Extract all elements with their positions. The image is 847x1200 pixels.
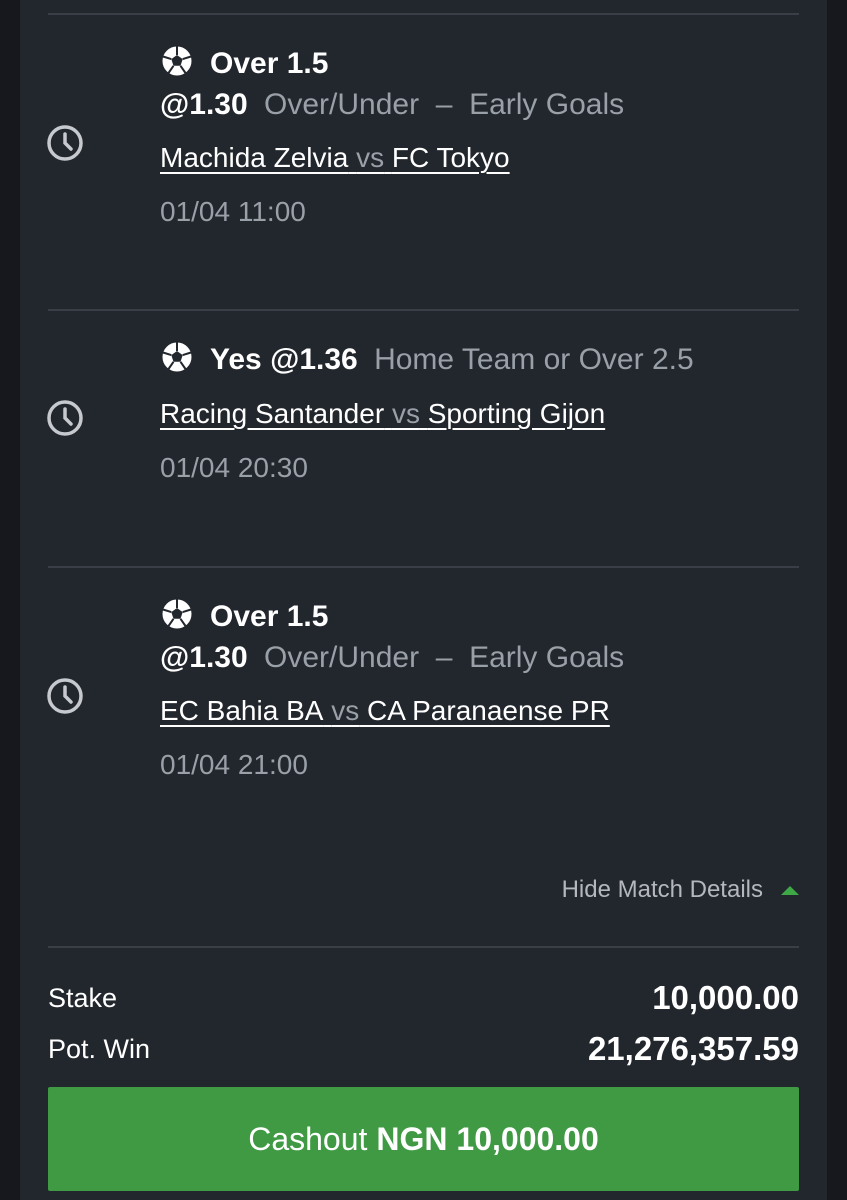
away-team[interactable]: Sporting Gijon	[428, 398, 605, 429]
away-team[interactable]: CA Paranaense PR	[367, 695, 610, 726]
match-link[interactable]: Machida Zelvia vs FC Tokyo	[160, 141, 807, 175]
bet-slip-card: Over 1.5 @1.30 Over/Under – Early Goals …	[20, 0, 827, 1200]
stake-label: Stake	[48, 982, 118, 1013]
cashout-button[interactable]: Cashout NGN 10,000.00	[48, 1087, 799, 1191]
potential-win-label: Pot. Win	[48, 1033, 151, 1064]
caret-up-icon	[781, 885, 799, 895]
clock-icon	[46, 677, 84, 715]
odds-value: @1.36	[270, 343, 358, 376]
home-team[interactable]: Racing Santander	[160, 398, 384, 429]
leg-details: Yes @1.36 Home Team or Over 2.5 Racing S…	[160, 340, 807, 485]
soccer-ball-icon	[160, 340, 194, 374]
home-team[interactable]: Machida Zelvia	[160, 142, 348, 173]
hide-match-details-toggle[interactable]: Hide Match Details	[562, 872, 799, 908]
cashout-label: Cashout	[248, 1120, 368, 1157]
clock-icon	[46, 399, 84, 437]
vs-label: vs	[331, 695, 360, 726]
vs-label: vs	[356, 142, 385, 173]
pick-label: Over 1.5	[210, 47, 329, 80]
bet-leg: Yes @1.36 Home Team or Over 2.5 Racing S…	[20, 340, 827, 540]
market-label: Over/Under – Early Goals	[264, 641, 625, 674]
kickoff-time: 01/04 11:00	[160, 196, 306, 227]
market-label: Home Team or Over 2.5	[374, 343, 694, 376]
stake-value: 10,000.00	[652, 979, 799, 1016]
hide-match-details-label: Hide Match Details	[561, 876, 763, 903]
divider	[48, 13, 799, 15]
bet-leg: Over 1.5 @1.30 Over/Under – Early Goals …	[20, 44, 827, 264]
bet-leg: Over 1.5 @1.30 Over/Under – Early Goals …	[20, 597, 827, 817]
leg-details: Over 1.5 @1.30 Over/Under – Early Goals …	[160, 44, 807, 229]
odds-value: @1.30	[160, 88, 248, 121]
potential-win-row: Pot. Win 21,276,357.59	[48, 1028, 799, 1070]
match-link[interactable]: Racing Santander vs Sporting Gijon	[160, 397, 807, 431]
odds-value: @1.30	[160, 641, 248, 674]
soccer-ball-icon	[160, 597, 194, 631]
kickoff-time: 01/04 21:00	[160, 749, 308, 780]
stake-row: Stake 10,000.00	[48, 977, 799, 1019]
leg-details: Over 1.5 @1.30 Over/Under – Early Goals …	[160, 597, 807, 782]
market-label: Over/Under – Early Goals	[264, 88, 625, 121]
clock-icon	[46, 124, 84, 162]
vs-label: vs	[391, 398, 420, 429]
divider	[48, 309, 799, 311]
away-team[interactable]: FC Tokyo	[392, 142, 510, 173]
divider	[48, 566, 799, 568]
kickoff-time: 01/04 20:30	[160, 452, 308, 483]
potential-win-value: 21,276,357.59	[587, 1030, 799, 1067]
home-team[interactable]: EC Bahia BA	[160, 695, 323, 726]
pick-label: Over 1.5	[210, 600, 329, 633]
cashout-amount: NGN 10,000.00	[376, 1120, 599, 1157]
match-link[interactable]: EC Bahia BA vs CA Paranaense PR	[160, 694, 807, 728]
divider	[48, 946, 799, 948]
soccer-ball-icon	[160, 44, 194, 78]
pick-label: Yes	[210, 343, 262, 376]
